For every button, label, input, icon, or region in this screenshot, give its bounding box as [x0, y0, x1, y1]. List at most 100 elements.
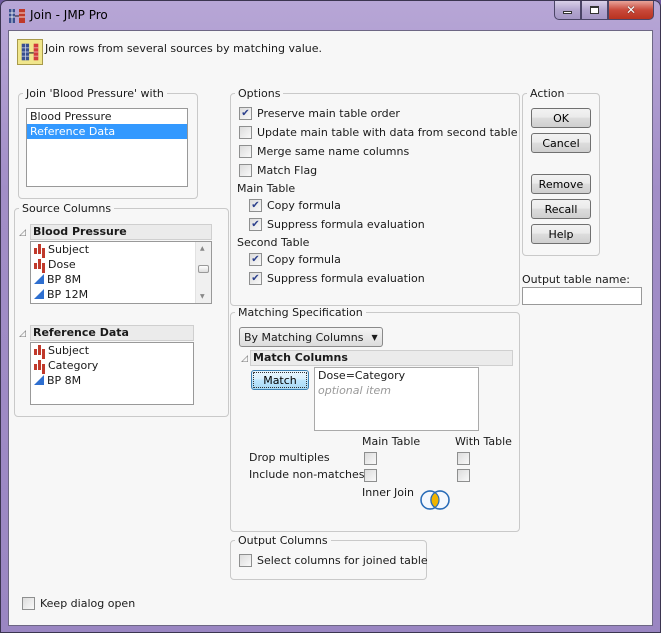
- matching-method-value: By Matching Columns: [244, 330, 364, 344]
- join-with-listbox[interactable]: Blood Pressure Reference Data: [26, 108, 188, 187]
- matching-method-dropdown[interactable]: By Matching Columns ▼: [239, 327, 383, 347]
- table-header-reference-data[interactable]: Reference Data: [30, 325, 194, 341]
- checkbox-label: Keep dialog open: [40, 597, 136, 610]
- preserve-order-checkbox[interactable]: ✔ Preserve main table order: [239, 107, 400, 120]
- column-label: BP 8M: [47, 273, 82, 286]
- checkbox-unchecked[interactable]: [239, 145, 252, 158]
- checkbox-label: Select columns for joined table: [257, 554, 428, 567]
- column-label: BP 12M: [47, 288, 89, 301]
- maximize-button[interactable]: [581, 1, 608, 20]
- column-item[interactable]: Category: [31, 358, 193, 373]
- nominal-column-icon: [34, 259, 45, 269]
- scroll-up-icon[interactable]: ▲: [200, 245, 205, 252]
- list-item-reference-data[interactable]: Reference Data: [27, 124, 187, 139]
- with-table-column-header: With Table: [455, 435, 512, 448]
- checkbox-checked[interactable]: ✔: [239, 107, 252, 120]
- source-columns-legend: Source Columns: [22, 202, 112, 215]
- checkbox-checked[interactable]: ✔: [249, 272, 262, 285]
- maximize-icon: [590, 6, 599, 14]
- join-with-group: Join 'Blood Pressure' with Blood Pressur…: [18, 87, 198, 199]
- output-table-name-label: Output table name:: [522, 273, 630, 286]
- main-suppress-eval-checkbox[interactable]: ✔ Suppress formula evaluation: [249, 218, 425, 231]
- merge-same-name-checkbox[interactable]: Merge same name columns: [239, 145, 409, 158]
- join-with-legend: Join 'Blood Pressure' with: [26, 87, 164, 100]
- continuous-column-icon: [34, 375, 44, 385]
- nominal-column-icon: [34, 345, 45, 355]
- checkbox-unchecked[interactable]: [22, 597, 35, 610]
- checkbox-unchecked[interactable]: [239, 554, 252, 567]
- update-main-table-checkbox[interactable]: Update main table with data from second …: [239, 126, 517, 139]
- checkbox-unchecked[interactable]: [239, 164, 252, 177]
- drop-multiples-main-checkbox[interactable]: [364, 452, 377, 465]
- column-label: Subject: [48, 243, 90, 256]
- help-button[interactable]: Help: [531, 224, 591, 244]
- checkbox-label: Merge same name columns: [257, 145, 410, 158]
- column-item[interactable]: Dose: [31, 257, 211, 272]
- remove-button[interactable]: Remove: [531, 174, 591, 194]
- reference-data-columns-list[interactable]: Subject Category BP 8M: [30, 342, 194, 405]
- blood-pressure-columns-list[interactable]: Subject Dose BP 8M BP 12M ▲ ▼: [30, 241, 212, 304]
- options-group: Options ✔ Preserve main table order Updat…: [230, 87, 520, 306]
- nominal-column-icon: [34, 244, 45, 254]
- match-columns-header[interactable]: Match Columns: [250, 350, 513, 366]
- checkbox-checked[interactable]: ✔: [249, 199, 262, 212]
- dialog-body: Join rows from several sources by matchi…: [8, 30, 653, 626]
- match-pair-item[interactable]: Dose=Category: [315, 368, 478, 383]
- nominal-column-icon: [34, 360, 45, 370]
- drop-multiples-label: Drop multiples: [249, 451, 330, 464]
- include-non-matches-main-checkbox[interactable]: [364, 469, 377, 482]
- disclosure-triangle-icon[interactable]: ◿: [19, 329, 26, 339]
- match-flag-checkbox[interactable]: Match Flag: [239, 164, 317, 177]
- match-pairs-list[interactable]: Dose=Category optional item: [314, 367, 479, 431]
- inner-join-venn-icon[interactable]: [418, 489, 452, 511]
- minimize-icon: [563, 11, 572, 14]
- disclosure-triangle-icon[interactable]: ◿: [241, 354, 248, 364]
- column-label: Dose: [48, 258, 76, 271]
- main-copy-formula-checkbox[interactable]: ✔ Copy formula: [249, 199, 341, 212]
- join-app-icon: [9, 9, 25, 23]
- action-legend: Action: [530, 87, 565, 100]
- column-item[interactable]: BP 8M: [31, 373, 193, 388]
- close-icon: ✕: [625, 3, 637, 17]
- action-group: Action OK Cancel Remove Recall Help: [522, 87, 600, 256]
- output-table-name-input[interactable]: [522, 287, 642, 305]
- join-type-label: Inner Join: [362, 486, 414, 499]
- checkbox-label: Suppress formula evaluation: [267, 218, 425, 231]
- column-item[interactable]: BP 8M: [31, 272, 211, 287]
- list-item-blood-pressure[interactable]: Blood Pressure: [27, 109, 187, 124]
- checkbox-checked[interactable]: ✔: [249, 218, 262, 231]
- optional-item-placeholder: optional item: [318, 384, 391, 397]
- continuous-column-icon: [34, 289, 44, 299]
- minimize-button[interactable]: [554, 1, 581, 20]
- title-bar[interactable]: Join - JMP Pro ✕: [1, 1, 660, 30]
- recall-button[interactable]: Recall: [531, 199, 591, 219]
- table-header-blood-pressure[interactable]: Blood Pressure: [30, 224, 212, 240]
- column-item[interactable]: Subject: [31, 242, 211, 257]
- column-label: Category: [48, 359, 99, 372]
- match-button[interactable]: Match: [251, 370, 309, 390]
- cancel-button[interactable]: Cancel: [531, 133, 591, 153]
- join-tables-icon: [17, 39, 43, 65]
- checkbox-label: Copy formula: [267, 253, 341, 266]
- keep-dialog-open-checkbox[interactable]: Keep dialog open: [22, 597, 135, 610]
- scroll-down-icon[interactable]: ▼: [200, 293, 205, 300]
- second-suppress-eval-checkbox[interactable]: ✔ Suppress formula evaluation: [249, 272, 425, 285]
- scroll-thumb[interactable]: [198, 265, 209, 273]
- dialog-description: Join rows from several sources by matchi…: [45, 42, 323, 55]
- select-columns-checkbox[interactable]: Select columns for joined table: [239, 554, 428, 567]
- chevron-down-icon: ▼: [371, 332, 378, 342]
- source-columns-group: Source Columns ◿ Blood Pressure Subject …: [14, 202, 229, 417]
- column-item[interactable]: BP 12M: [31, 287, 211, 302]
- checkbox-unchecked[interactable]: [239, 126, 252, 139]
- close-button[interactable]: ✕: [608, 1, 654, 20]
- checkbox-label: Match Flag: [257, 164, 318, 177]
- vertical-scrollbar[interactable]: ▲ ▼: [195, 242, 211, 303]
- checkbox-checked[interactable]: ✔: [249, 253, 262, 266]
- second-copy-formula-checkbox[interactable]: ✔ Copy formula: [249, 253, 341, 266]
- ok-button[interactable]: OK: [531, 108, 591, 128]
- continuous-column-icon: [34, 274, 44, 284]
- disclosure-triangle-icon[interactable]: ◿: [19, 228, 26, 238]
- drop-multiples-with-checkbox[interactable]: [457, 452, 470, 465]
- column-item[interactable]: Subject: [31, 343, 193, 358]
- include-non-matches-with-checkbox[interactable]: [457, 469, 470, 482]
